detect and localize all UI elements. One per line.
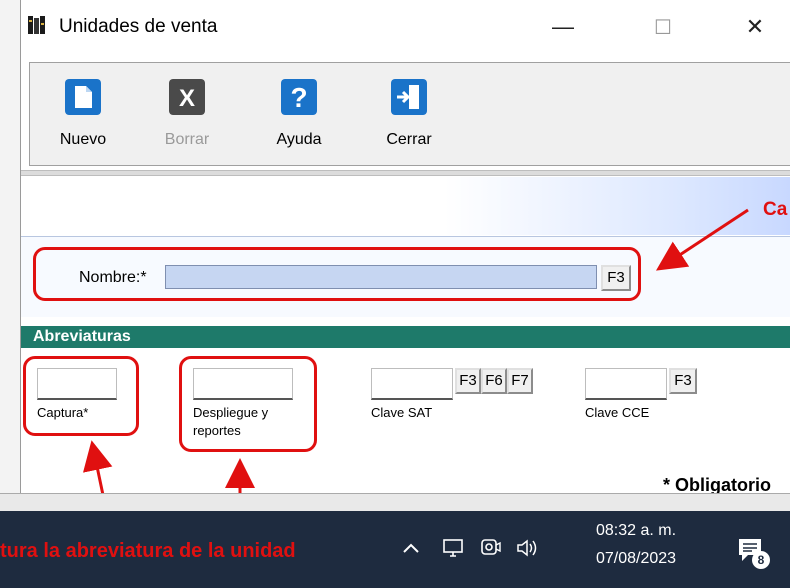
cerrar-label: Cerrar [386, 131, 432, 148]
clock-date[interactable]: 07/08/2023 [588, 550, 684, 568]
header-banner: Ca [21, 177, 790, 235]
despliegue-label-2: reportes [193, 423, 241, 438]
despliegue-input[interactable] [193, 368, 293, 400]
captura-input[interactable] [37, 368, 117, 400]
clock-time[interactable]: 08:32 a. m. [588, 522, 684, 540]
chevron-up-icon[interactable] [398, 535, 424, 561]
nuevo-button[interactable]: Nuevo [48, 75, 118, 165]
close-button[interactable]: ✕ [727, 4, 783, 50]
abreviaturas-header: Abreviaturas [21, 326, 790, 348]
nombre-f3-button[interactable]: F3 [601, 265, 631, 291]
clave-sat-f3-button[interactable]: F3 [455, 368, 481, 394]
help-question-icon: ? [281, 79, 317, 115]
annotation-bottom-text: tura la abreviatura de la unidad [0, 540, 296, 562]
clave-cce-label: Clave CCE [585, 405, 650, 420]
nuevo-label: Nuevo [59, 131, 107, 148]
captura-label: Captura* [37, 405, 89, 420]
app-icon [28, 16, 45, 34]
exit-door-icon [391, 79, 427, 115]
clave-cce-input[interactable] [585, 368, 667, 400]
nombre-label: Nombre:* [79, 269, 147, 286]
clave-sat-input[interactable] [371, 368, 453, 400]
maximize-button[interactable]: ☐ [635, 4, 691, 50]
svg-text:X: X [179, 85, 195, 112]
clave-sat-f7-button[interactable]: F7 [507, 368, 533, 394]
notification-count-badge: 8 [752, 551, 770, 569]
ayuda-label: Ayuda [276, 131, 322, 148]
borrar-button[interactable]: X Borrar [152, 75, 222, 165]
annotation-right-label: Ca [763, 199, 788, 220]
nombre-panel: Nombre:* F3 [21, 236, 790, 317]
cerrar-button[interactable]: Cerrar [374, 75, 444, 165]
svg-text:?: ? [290, 82, 307, 113]
minimize-button[interactable]: — [535, 4, 591, 50]
toolbar: Nuevo X Borrar ? Ayuda Cerrar [29, 62, 790, 166]
ayuda-button[interactable]: ? Ayuda [264, 75, 334, 165]
window-title: Unidades de venta [59, 16, 218, 37]
nombre-input[interactable] [165, 265, 597, 289]
new-document-icon [65, 79, 101, 115]
despliegue-label-1: Despliegue y [193, 405, 269, 420]
clave-sat-label: Clave SAT [371, 405, 433, 420]
title-bar: Unidades de venta — ☐ ✕ [21, 0, 790, 58]
volume-icon[interactable] [514, 535, 540, 561]
clave-cce-f3-button[interactable]: F3 [669, 368, 697, 394]
network-icon[interactable] [440, 535, 466, 561]
meet-now-icon[interactable] [478, 535, 504, 561]
window: Unidades de venta — ☐ ✕ Nuevo X Borrar ? [20, 0, 790, 515]
borrar-label: Borrar [164, 131, 210, 148]
separator [21, 170, 790, 176]
clave-sat-f6-button[interactable]: F6 [481, 368, 507, 394]
delete-x-icon: X [169, 79, 205, 115]
background-status-strip [0, 493, 790, 512]
